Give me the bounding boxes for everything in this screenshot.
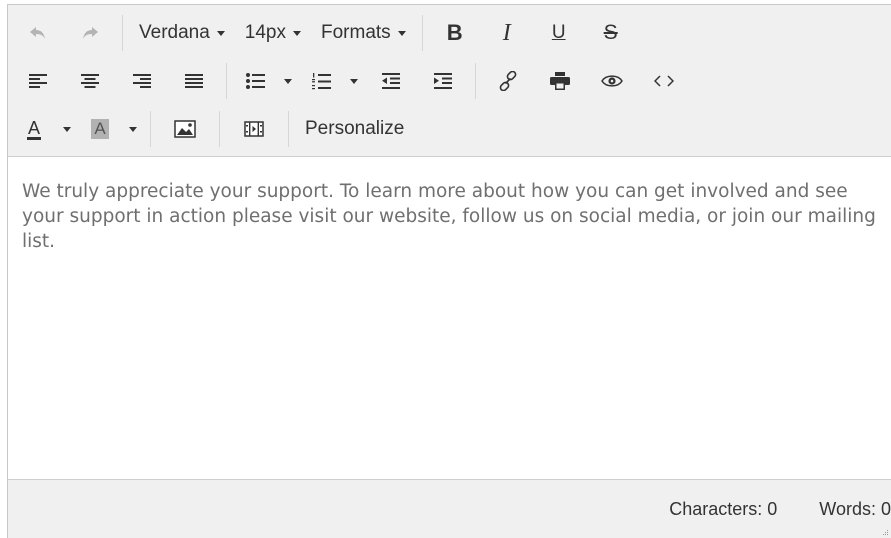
align-right-icon <box>133 73 151 89</box>
undo-button[interactable] <box>12 14 64 52</box>
redo-icon <box>81 25 99 41</box>
strikethrough-icon: S <box>603 21 618 44</box>
font-size-value: 14px <box>244 22 286 43</box>
undo-icon <box>29 25 47 41</box>
rich-text-editor: Verdana 14px Formats B I U S A A Persona… <box>7 4 891 538</box>
background-color-button[interactable]: A <box>78 110 122 148</box>
numbered-list-options-button[interactable] <box>343 62 365 100</box>
numbered-list-icon <box>311 72 331 90</box>
background-color-icon: A <box>91 119 109 139</box>
indent-icon <box>434 73 452 89</box>
insert-image-button[interactable] <box>157 110 213 148</box>
source-code-button[interactable] <box>638 62 690 100</box>
toolbar-separator <box>421 15 423 51</box>
toolbar-separator <box>475 63 476 99</box>
link-button[interactable] <box>482 62 534 100</box>
editor-paragraph: We truly appreciate your support. To lea… <box>22 181 876 252</box>
insert-media-button[interactable] <box>226 110 282 148</box>
redo-button[interactable] <box>64 14 116 52</box>
toolbar-separator <box>288 111 289 147</box>
formats-label: Formats <box>321 22 391 43</box>
formats-select[interactable]: Formats <box>311 14 416 52</box>
editor-toolbar: Verdana 14px Formats B I U S A A Persona… <box>8 5 891 157</box>
strikethrough-button[interactable]: S <box>585 14 637 52</box>
toolbar-row-3: A A Personalize <box>8 105 891 153</box>
font-family-select[interactable]: Verdana <box>129 14 235 52</box>
align-justify-icon <box>185 73 203 89</box>
toolbar-row-1: Verdana 14px Formats B I U S <box>8 9 891 57</box>
eye-icon <box>601 74 623 88</box>
italic-button[interactable]: I <box>481 14 533 52</box>
chevron-down-icon <box>63 126 71 132</box>
bullet-list-button[interactable] <box>233 62 277 100</box>
link-icon <box>498 71 518 91</box>
chevron-down-icon <box>129 126 137 132</box>
bullet-list-options-button[interactable] <box>277 62 299 100</box>
editor-content-area[interactable]: We truly appreciate your support. To lea… <box>8 157 891 480</box>
underline-icon: U <box>551 22 566 43</box>
image-icon <box>174 120 196 138</box>
code-icon <box>654 75 674 87</box>
preview-button[interactable] <box>586 62 638 100</box>
toolbar-separator <box>226 63 227 99</box>
character-count: Characters: 0 <box>669 498 778 519</box>
film-icon <box>244 121 264 137</box>
align-center-button[interactable] <box>64 62 116 100</box>
chevron-down-icon <box>216 30 225 36</box>
toolbar-separator <box>219 111 220 147</box>
chevron-down-icon <box>293 30 301 36</box>
word-count: Words: 0 <box>819 498 891 519</box>
bold-icon: B <box>446 20 463 45</box>
bullet-list-icon <box>245 73 265 89</box>
toolbar-row-2 <box>8 57 891 105</box>
underline-button[interactable]: U <box>533 14 585 52</box>
outdent-button[interactable] <box>365 62 417 100</box>
toolbar-separator <box>150 111 151 147</box>
indent-button[interactable] <box>417 62 469 100</box>
toolbar-separator <box>122 15 123 51</box>
editor-statusbar: Characters: 0 Words: 0 <box>8 480 891 538</box>
chevron-down-icon <box>284 78 292 84</box>
text-color-options-button[interactable] <box>56 110 78 148</box>
align-left-button[interactable] <box>12 62 64 100</box>
personalize-button[interactable]: Personalize <box>295 110 414 148</box>
personalize-label: Personalize <box>305 118 405 139</box>
align-right-button[interactable] <box>116 62 168 100</box>
font-size-select[interactable]: 14px <box>235 14 311 52</box>
italic-icon: I <box>502 19 511 46</box>
text-color-icon: A <box>26 117 41 140</box>
print-button[interactable] <box>534 62 586 100</box>
chevron-down-icon <box>350 78 358 84</box>
numbered-list-button[interactable] <box>299 62 343 100</box>
chevron-down-icon <box>397 30 406 36</box>
font-family-value: Verdana <box>139 22 210 43</box>
align-left-icon <box>29 73 47 89</box>
resize-handle-icon[interactable] <box>883 530 889 536</box>
bold-button[interactable]: B <box>429 14 481 52</box>
align-center-icon <box>81 73 99 89</box>
text-color-button[interactable]: A <box>12 110 56 148</box>
print-icon <box>550 72 570 90</box>
align-justify-button[interactable] <box>168 62 220 100</box>
outdent-icon <box>382 73 400 89</box>
background-color-options-button[interactable] <box>122 110 144 148</box>
